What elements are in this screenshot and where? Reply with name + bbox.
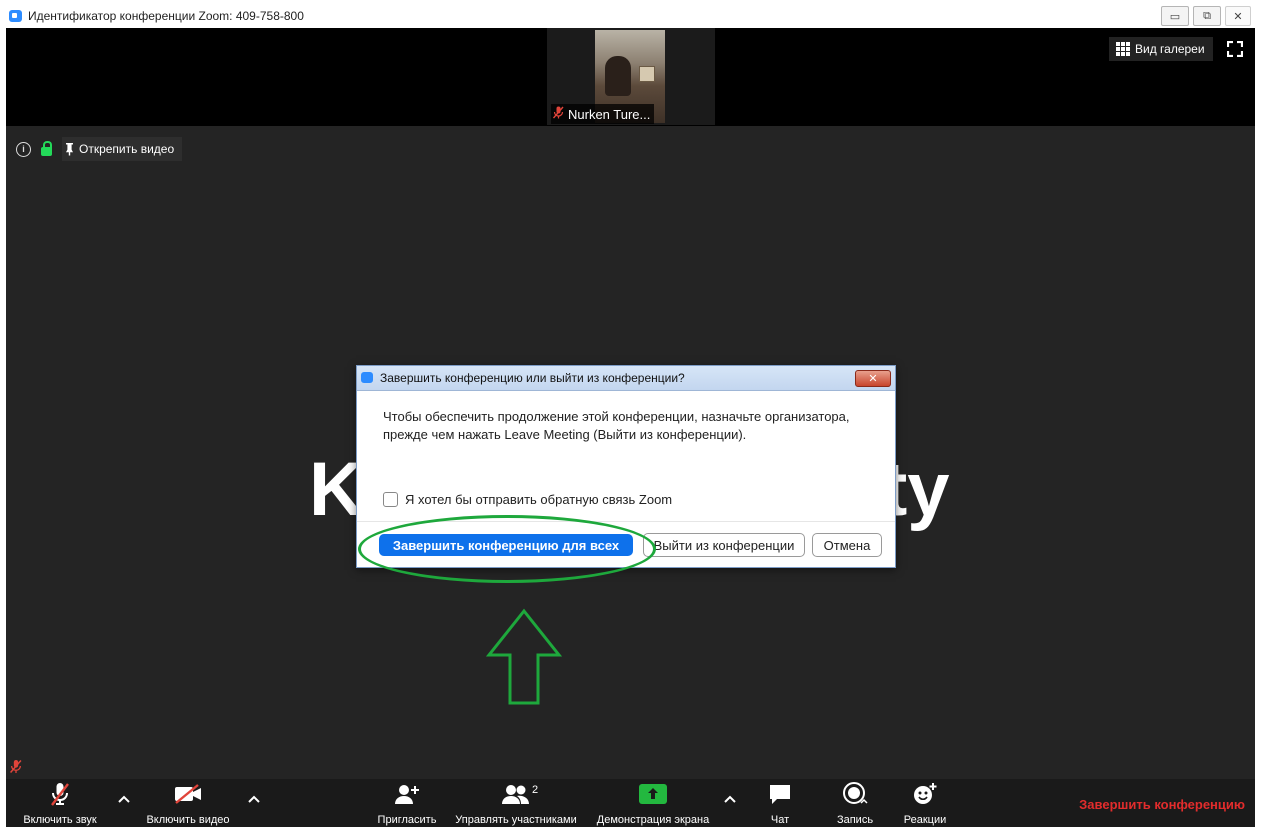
zoom-dialog-icon [361, 372, 373, 383]
dialog-titlebar: Завершить конференцию или выйти из конфе… [357, 366, 895, 391]
participants-icon [501, 779, 531, 809]
manage-participants-button[interactable]: Управлять участниками [446, 779, 586, 827]
cancel-button[interactable]: Отмена [812, 533, 882, 557]
muted-microphone-icon [50, 779, 70, 809]
participant-strip: Nurken Ture... Вид галереи [6, 28, 1255, 126]
record-label: Запись [836, 814, 874, 826]
feedback-checkbox-label: Я хотел бы отправить обратную связь Zoom [405, 492, 673, 507]
highlight-ellipse-annotation [358, 515, 656, 583]
record-icon [842, 779, 868, 809]
muted-indicator-icon [9, 759, 22, 777]
muted-mic-icon [552, 106, 564, 122]
unpin-video-label: Открепить видео [79, 142, 175, 156]
meeting-toolbar: Включить звук Включить видео Пригласить … [6, 779, 1255, 827]
video-options-caret[interactable] [248, 791, 260, 806]
invite-button[interactable]: Пригласить [372, 779, 442, 827]
share-screen-label: Демонстрация экрана [596, 814, 710, 826]
participant-thumbnail[interactable]: Nurken Ture... [547, 28, 715, 125]
minimize-button[interactable]: ▭ [1161, 6, 1189, 26]
gallery-view-button[interactable]: Вид галереи [1109, 37, 1213, 61]
emoji-add-icon [912, 779, 938, 809]
feedback-checkbox-row[interactable]: Я хотел бы отправить обратную связь Zoom [383, 492, 672, 507]
chat-button[interactable]: Чат [760, 779, 800, 827]
participant-label: Nurken Ture... [551, 104, 655, 124]
restore-button[interactable]: ⧉ [1193, 6, 1221, 26]
up-arrow-annotation [486, 608, 562, 705]
start-video-label: Включить видео [146, 814, 230, 826]
zoom-app-icon [9, 10, 22, 22]
reactions-label: Реакции [903, 814, 947, 826]
dialog-message: Чтобы обеспечить продолжение этой конфер… [383, 409, 850, 442]
meeting-info-bar: i Открепить видео [16, 137, 183, 161]
add-person-icon [394, 779, 420, 809]
dialog-title: Завершить конференцию или выйти из конфе… [380, 371, 685, 385]
lock-icon[interactable] [41, 140, 52, 156]
window-title: Идентификатор конференции Zoom: 409-758-… [28, 9, 304, 23]
start-video-button[interactable]: Включить видео [140, 779, 236, 827]
participants-count: 2 [532, 784, 539, 796]
fullscreen-icon[interactable] [1227, 41, 1243, 57]
window-controls: ▭ ⧉ ✕ [1161, 6, 1251, 26]
dialog-close-button[interactable]: ✕ [855, 370, 891, 387]
pin-icon [66, 142, 73, 156]
reactions-button[interactable]: Реакции [896, 779, 954, 827]
chat-label: Чат [770, 814, 790, 826]
invite-label: Пригласить [377, 814, 437, 826]
unmute-label: Включить звук [23, 814, 97, 826]
share-options-caret[interactable] [724, 791, 736, 806]
video-off-icon [174, 779, 202, 809]
unmute-button[interactable]: Включить звук [14, 779, 106, 827]
chat-bubble-icon [768, 779, 792, 809]
gallery-view-label: Вид галереи [1135, 42, 1205, 56]
participant-name: Nurken Ture... [568, 106, 651, 122]
unpin-video-button[interactable]: Открепить видео [62, 137, 183, 161]
feedback-checkbox[interactable] [383, 492, 398, 507]
end-meeting-button[interactable]: Завершить конференцию [1079, 797, 1245, 812]
record-button[interactable]: Запись [830, 779, 880, 827]
window-titlebar: Идентификатор конференции Zoom: 409-758-… [6, 4, 1255, 29]
manage-participants-label: Управлять участниками [455, 814, 577, 826]
leave-meeting-button[interactable]: Выйти из конференции [643, 533, 805, 557]
grid-icon [1116, 42, 1130, 56]
window-close-button[interactable]: ✕ [1225, 6, 1251, 26]
audio-options-caret[interactable] [118, 791, 130, 806]
share-screen-icon [639, 779, 667, 809]
share-screen-button[interactable]: Демонстрация экрана [588, 779, 718, 827]
info-icon[interactable]: i [16, 141, 31, 157]
